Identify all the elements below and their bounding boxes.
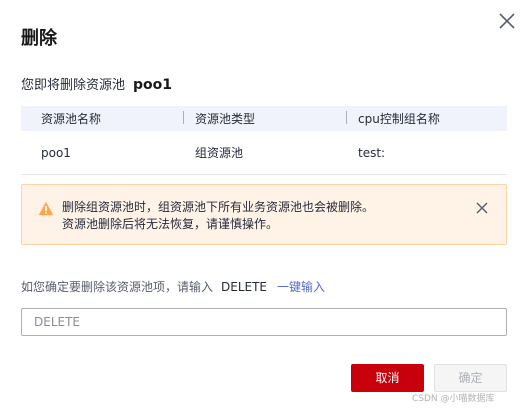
alert-close-icon[interactable] bbox=[475, 200, 489, 214]
cancel-button[interactable]: 取消 bbox=[351, 364, 424, 392]
warning-line-1: 删除组资源池时，组资源池下所有业务资源池也会被删除。 bbox=[62, 200, 375, 214]
warning-line-2: 资源池删除后将无法恢复，请谨慎操作。 bbox=[62, 217, 279, 231]
close-icon[interactable] bbox=[496, 10, 518, 32]
column-header-cpu-group: cpu控制组名称 bbox=[338, 110, 507, 127]
warning-message: 删除组资源池时，组资源池下所有业务资源池也会被删除。 资源池删除后将无法恢复，请… bbox=[62, 199, 374, 233]
confirm-prompt: 如您确定要删除该资源池项，请输入 DELETE 一键输入 bbox=[21, 280, 325, 294]
dialog-title: 删除 bbox=[21, 28, 57, 49]
warning-icon bbox=[38, 201, 54, 216]
column-header-pool-name: 资源池名称 bbox=[41, 112, 102, 126]
confirm-prompt-text: 如您确定要删除该资源池项，请输入 bbox=[21, 280, 214, 294]
cell-cpu-group: test: bbox=[358, 145, 386, 160]
quick-fill-link[interactable]: 一键输入 bbox=[277, 280, 325, 294]
table-header: 资源池名称 资源池类型 cpu控制组名称 bbox=[21, 106, 507, 131]
delete-resource-pool-dialog: 删除 您即将删除资源池 poo1 资源池名称 资源池类型 cpu控制组名称 poo… bbox=[0, 0, 528, 410]
confirm-button[interactable]: 确定 bbox=[434, 364, 507, 392]
table-row: poo1 组资源池 test: bbox=[21, 131, 507, 175]
cell-pool-name: poo1 bbox=[41, 145, 71, 160]
cell-pool-type: 组资源池 bbox=[195, 146, 244, 160]
subtitle-text: 您即将删除资源池 bbox=[21, 78, 126, 93]
column-header-pool-type: 资源池类型 bbox=[175, 110, 338, 127]
watermark: CSDN @小喵数据库 bbox=[412, 394, 495, 404]
dialog-subtitle: 您即将删除资源池 poo1 bbox=[21, 77, 172, 94]
pool-name: poo1 bbox=[133, 77, 173, 93]
warning-alert: 删除组资源池时，组资源池下所有业务资源池也会被删除。 资源池删除后将无法恢复，请… bbox=[21, 184, 507, 245]
resource-pool-table: 资源池名称 资源池类型 cpu控制组名称 poo1 组资源池 test: bbox=[21, 106, 507, 175]
confirm-keyword: DELETE bbox=[221, 280, 268, 294]
delete-confirm-input[interactable] bbox=[21, 308, 507, 336]
